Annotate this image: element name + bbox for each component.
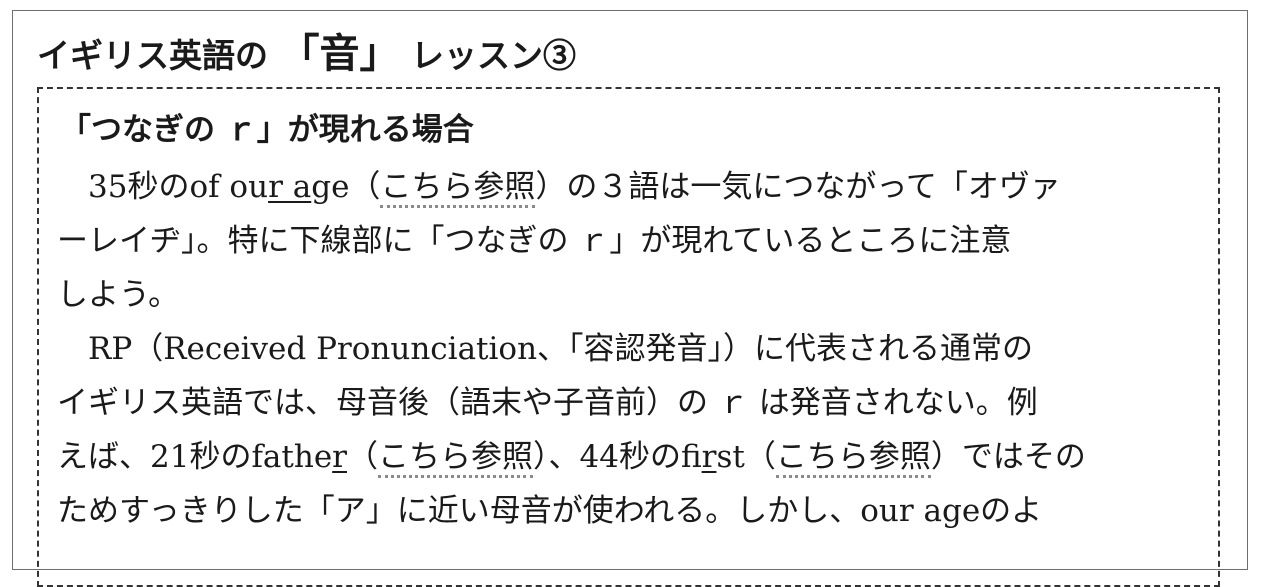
- text-run: 35秒のof ou: [57, 169, 269, 205]
- title-prefix: イギリス英語の: [37, 36, 268, 75]
- lesson-title: イギリス英語の 「音」 レッスン③: [37, 30, 576, 80]
- text-run: えば、21秒のfathe: [57, 439, 333, 475]
- reference-link[interactable]: こちら参照: [380, 169, 536, 208]
- paragraph2-line3: えば、21秒のfather（こちら参照）、44秒のfirst（こちら参照）ではそ…: [57, 430, 1086, 484]
- underlined-r: r: [701, 439, 717, 475]
- title-open-bracket: 「: [279, 30, 320, 77]
- paragraph2-line4: ためすっきりした「ア」に近い母音が使われる。しかし、our ageのよ: [57, 493, 1043, 529]
- paragraph2-line2: イギリス英語では、母音後（語末や子音前）の ｒ は発音されない。例: [57, 385, 1038, 421]
- text-run: ge（: [311, 169, 381, 205]
- section-heading: 「つなぎの ｒ」が現れる場合: [60, 112, 474, 148]
- title-close-bracket: 」: [359, 30, 400, 77]
- text-run: ）ではその: [930, 439, 1086, 475]
- text-run: ）の３語は一気につながって「オヴァ: [535, 169, 1061, 205]
- paragraph2-line1: RP（Received Pronunciation、「容認発音」）に代表される通…: [57, 331, 1034, 367]
- underlined-linking-r: r a: [268, 169, 312, 205]
- reference-link[interactable]: こちら参照: [775, 439, 931, 478]
- text-run: st（: [716, 439, 776, 475]
- title-suffix: レッスン③: [411, 36, 576, 75]
- text-run: ）、44秒のfi: [533, 439, 702, 475]
- title-emphasis-word: 音: [319, 30, 360, 77]
- paragraph1-line3: しよう。: [57, 277, 180, 313]
- text-run: （: [347, 439, 378, 475]
- underlined-r: r: [332, 439, 347, 475]
- reference-link[interactable]: こちら参照: [378, 439, 533, 478]
- paragraph1-line1: 35秒のof our age（こちら参照）の３語は一気につながって「オヴァ: [57, 160, 1061, 214]
- paragraph1-line2: ーレイヂ」。特に下線部に「つなぎの ｒ」が現れているところに注意: [57, 223, 1012, 259]
